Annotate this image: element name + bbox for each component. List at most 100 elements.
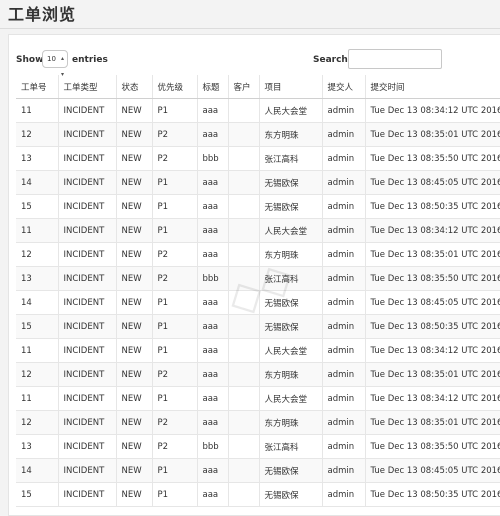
table-cell [228,170,260,195]
table-cell: NEW [116,170,153,195]
table-cell [228,338,260,363]
table-cell: aaa [197,194,229,219]
table-cell: 无锡欧保 [259,314,323,339]
table-cell: aaa [197,362,229,387]
table-cell: P2 [152,122,198,147]
table-cell: P2 [152,362,198,387]
ticket-id-link[interactable]: 11 [16,98,59,123]
table-row[interactable]: 11 INCIDENT NEW P1 aaa 人民大会堂 admin Tue Dec 13 0… [16,338,500,363]
ticket-id-link[interactable]: 11 [16,338,59,363]
table-cell: admin [322,434,366,459]
table-cell: aaa [197,218,229,243]
table-cell: Tue Dec 13 08:50:35 UTC 2016 [365,482,500,507]
column-header[interactable]: 客户 [228,75,260,99]
table-cell: INCIDENT [58,266,117,291]
table-row[interactable]: 14 INCIDENT NEW P1 aaa 无锡欧保 admin Tue Dec 13 08… [16,170,500,195]
table-cell: Tue Dec 13 08:50:35 UTC 2016 [365,314,500,339]
table-cell: P1 [152,218,198,243]
table-cell: P1 [152,170,198,195]
table-cell: admin [322,410,366,435]
table-cell: Tue Dec 13 08:34:12 UTC 2016 [365,98,500,123]
column-header[interactable]: 标题 [197,75,229,99]
table-cell: P1 [152,386,198,411]
table-cell: P2 [152,410,198,435]
table-cell: Tue Dec 13 08:35:01 UTC 2016 [365,242,500,267]
table-cell [228,218,260,243]
column-header[interactable]: 提交时间 [365,75,500,99]
ticket-id-link[interactable]: 13 [16,434,59,459]
table-cell: aaa [197,386,229,411]
table-cell: admin [322,314,366,339]
table-cell: aaa [197,482,229,507]
ticket-id-link[interactable]: 15 [16,314,59,339]
table-row[interactable]: 11 INCIDENT NEW P1 aaa 人民大会堂 admin Tue Dec 13 0… [16,98,500,123]
table-row[interactable]: 12 INCIDENT NEW P2 aaa 东方明珠 admin Tue Dec 13 08… [16,362,500,387]
table-cell: INCIDENT [58,98,117,123]
table-cell: INCIDENT [58,170,117,195]
table-row[interactable]: 15 INCIDENT NEW P1 aaa 无锡欧保 admin Tue Dec 13 08… [16,314,500,339]
ticket-id-link[interactable]: 13 [16,266,59,291]
table-cell: Tue Dec 13 08:45:05 UTC 2016 [365,290,500,315]
ticket-id-link[interactable]: 11 [16,218,59,243]
table-cell: NEW [116,434,153,459]
table-cell: aaa [197,458,229,483]
ticket-id-link[interactable]: 12 [16,242,59,267]
table-row[interactable]: 14 INCIDENT NEW P1 aaa 无锡欧保 admin Tue Dec 13 08… [16,290,500,315]
table-cell: P1 [152,290,198,315]
table-cell: Tue Dec 13 08:35:01 UTC 2016 [365,122,500,147]
search-input[interactable] [348,49,442,69]
ticket-id-link[interactable]: 14 [16,290,59,315]
table-cell: P1 [152,482,198,507]
ticket-id-link[interactable]: 11 [16,386,59,411]
table-row[interactable]: 15 INCIDENT NEW P1 aaa 无锡欧保 admin Tue Dec 13 08… [16,482,500,507]
table-row[interactable]: 12 INCIDENT NEW P2 aaa 东方明珠 admin Tue Dec 13 08… [16,242,500,267]
table-cell: admin [322,482,366,507]
ticket-id-link[interactable]: 15 [16,482,59,507]
table-row[interactable]: 11 INCIDENT NEW P1 aaa 人民大会堂 admin Tue Dec 13 0… [16,386,500,411]
table-cell: 东方明珠 [259,362,323,387]
table-row[interactable]: 13 INCIDENT NEW P2 bbb 张江高科 admin Tue Dec 13 08… [16,146,500,171]
table-cell: P2 [152,242,198,267]
ticket-id-link[interactable]: 12 [16,410,59,435]
table-cell: 人民大会堂 [259,98,323,123]
ticket-id-link[interactable]: 14 [16,458,59,483]
table-row[interactable]: 13 INCIDENT NEW P2 bbb 张江高科 admin Tue Dec 13 08… [16,266,500,291]
table-row[interactable]: 12 INCIDENT NEW P2 aaa 东方明珠 admin Tue Dec 13 08… [16,122,500,147]
ticket-id-link[interactable]: 15 [16,194,59,219]
table-cell [228,122,260,147]
ticket-id-link[interactable]: 14 [16,170,59,195]
table-cell: NEW [116,410,153,435]
table-row[interactable]: 11 INCIDENT NEW P1 aaa 人民大会堂 admin Tue Dec 13 0… [16,218,500,243]
table-cell: P1 [152,194,198,219]
column-header[interactable]: 状态 [116,75,153,99]
ticket-id-link[interactable]: 12 [16,122,59,147]
page-length-select[interactable]: 10 ▴ ▾ [42,50,68,78]
table-cell: aaa [197,98,229,123]
table-cell: Tue Dec 13 08:34:12 UTC 2016 [365,218,500,243]
entries-label: entries [72,55,108,65]
table-cell: P1 [152,338,198,363]
table-cell: admin [322,218,366,243]
column-header[interactable]: 工单号 [16,75,59,99]
table-row[interactable]: 12 INCIDENT NEW P2 aaa 东方明珠 admin Tue Dec 13 08… [16,410,500,435]
table-cell: P2 [152,266,198,291]
table-cell: 东方明珠 [259,122,323,147]
table-cell: admin [322,146,366,171]
column-header[interactable]: 提交人 [322,75,366,99]
table-row[interactable]: 15 INCIDENT NEW P1 aaa 无锡欧保 admin Tue Dec 13 08… [16,194,500,219]
column-header[interactable]: 项目 [259,75,323,99]
ticket-id-link[interactable]: 13 [16,146,59,171]
column-header[interactable]: 工单类型 [58,75,117,99]
column-header[interactable]: 优先级 [152,75,198,99]
table-cell: 东方明珠 [259,410,323,435]
ticket-id-link[interactable]: 12 [16,362,59,387]
page-length-value: 10 [47,55,56,63]
table-cell: admin [322,338,366,363]
table-row[interactable]: 13 INCIDENT NEW P2 bbb 张江高科 admin Tue Dec 13 08… [16,434,500,459]
table-cell: Tue Dec 13 08:35:50 UTC 2016 [365,434,500,459]
header-divider [0,28,500,29]
table-cell: admin [322,386,366,411]
table-row[interactable]: 14 INCIDENT NEW P1 aaa 无锡欧保 admin Tue Dec 13 08… [16,458,500,483]
table-cell: admin [322,458,366,483]
table-cell: admin [322,266,366,291]
